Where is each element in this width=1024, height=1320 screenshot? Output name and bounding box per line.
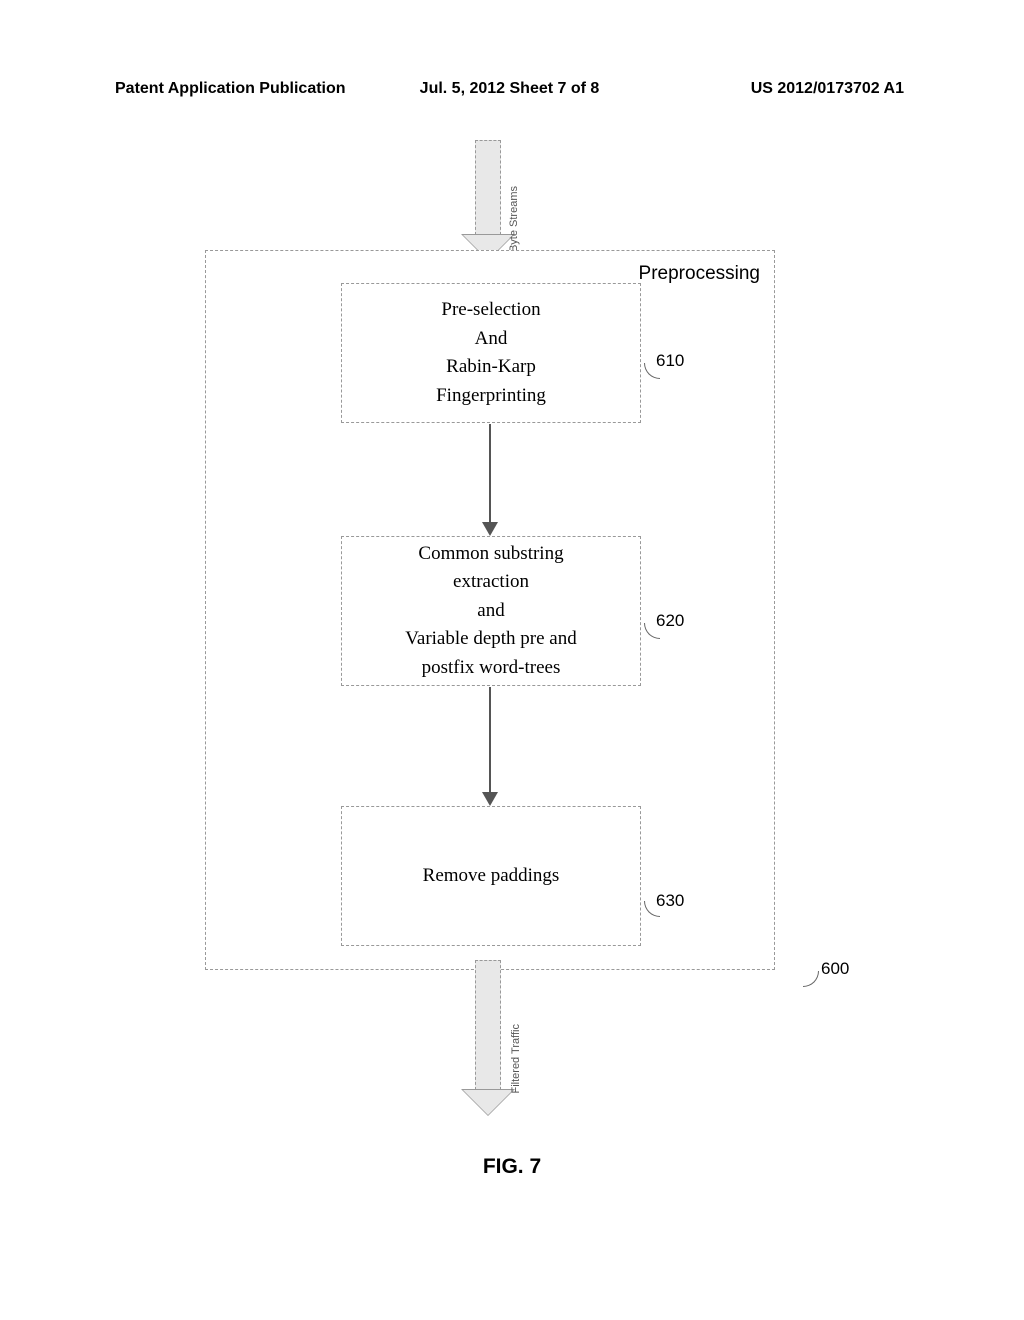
preprocessing-container: Preprocessing Pre-selection And Rabin-Ka… <box>205 250 775 970</box>
leader-icon <box>803 971 819 987</box>
ref-610: 610 <box>656 351 684 371</box>
step-box-remove-paddings: Remove paddings <box>341 806 641 946</box>
header-left: Patent Application Publication <box>115 80 378 98</box>
step-box-text: Pre-selection And Rabin-Karp Fingerprint… <box>436 296 546 410</box>
step-box-text: Remove paddings <box>423 862 560 891</box>
leader-icon <box>644 623 660 639</box>
step-box-text: Common substring extraction and Variable… <box>405 540 576 683</box>
step-box-preselection: Pre-selection And Rabin-Karp Fingerprint… <box>341 283 641 423</box>
input-arrow-label: Byte Streams <box>508 186 520 252</box>
leader-icon <box>644 363 660 379</box>
header-center: Jul. 5, 2012 Sheet 7 of 8 <box>378 80 641 98</box>
preprocessing-title: Preprocessing <box>639 263 760 285</box>
figure-label: FIG. 7 <box>0 1155 1024 1179</box>
leader-icon <box>644 901 660 917</box>
diagram: Byte Streams Preprocessing Pre-selection… <box>150 140 850 1140</box>
header-right: US 2012/0173702 A1 <box>641 80 904 98</box>
output-arrow-label: Filtered Traffic <box>510 1024 522 1094</box>
input-arrow-icon: Byte Streams <box>463 140 513 260</box>
ref-620: 620 <box>656 611 684 631</box>
output-arrow-icon: Filtered Traffic <box>463 960 513 1120</box>
ref-600: 600 <box>821 959 849 979</box>
ref-630: 630 <box>656 891 684 911</box>
step-box-substring: Common substring extraction and Variable… <box>341 536 641 686</box>
page-header: Patent Application Publication Jul. 5, 2… <box>0 80 1024 98</box>
